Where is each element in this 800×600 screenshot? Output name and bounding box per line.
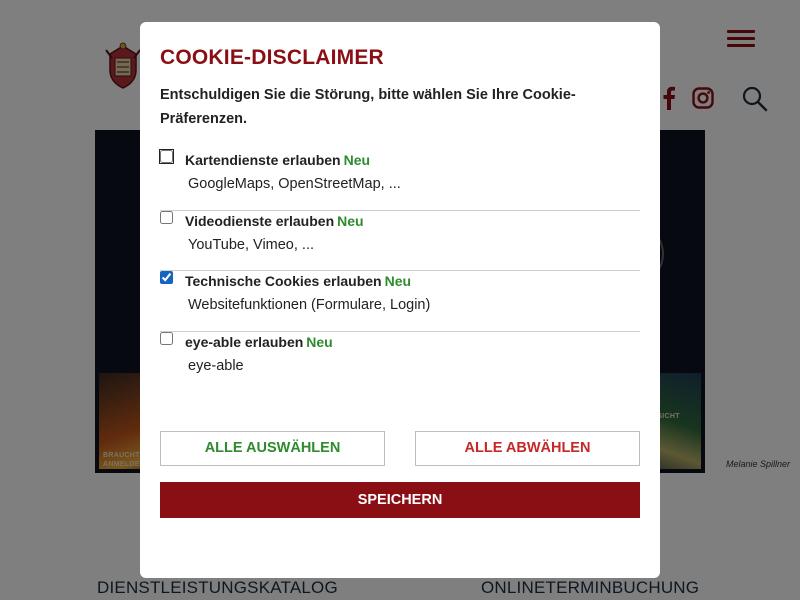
option-description: Websitefunktionen (Formulare, Login) — [188, 297, 431, 313]
option-label: Kartendienste erlauben Neu — [185, 152, 371, 168]
dialog-intro-text: Entschuldigen Sie die Störung, bitte wäh… — [160, 87, 576, 127]
option-description: GoogleMaps, OpenStreetMap, ... — [188, 176, 401, 192]
option-label: Technische Cookies erlauben Neu — [185, 273, 412, 289]
video-services-checkbox[interactable] — [160, 210, 173, 224]
cookie-options-list: Kartendienste erlauben Neu GoogleMaps, Op… — [159, 149, 640, 393]
dialog-title: COOKIE-DISCLAIMER — [160, 46, 384, 69]
option-label: eye-able erlauben Neu — [185, 333, 333, 350]
deselect-all-button[interactable]: ALLE ABWÄHLEN — [415, 431, 640, 466]
option-map-services: Kartendienste erlauben Neu GoogleMaps, Op… — [159, 149, 640, 211]
cookie-disclaimer-dialog: COOKIE-DISCLAIMER Entschuldigen Sie die … — [140, 22, 660, 578]
save-button[interactable]: SPEICHERN — [160, 482, 640, 518]
new-badge: Neu — [306, 333, 333, 350]
new-badge: Neu — [337, 212, 364, 229]
option-description: YouTube, Vimeo, ... — [188, 236, 315, 253]
technical-cookies-checkbox[interactable] — [160, 271, 173, 284]
option-label: Videodienste erlauben Neu — [185, 212, 364, 229]
selection-buttons: ALLE AUSWÄHLEN ALLE ABWÄHLEN — [160, 431, 640, 466]
new-badge: Neu — [343, 152, 371, 168]
map-services-checkbox[interactable] — [159, 149, 174, 164]
option-eye-able: eye-able erlauben Neu eye-able — [160, 331, 640, 393]
eye-able-checkbox[interactable] — [160, 331, 173, 345]
option-technical-cookies: Technische Cookies erlauben Neu Websitefu… — [160, 271, 640, 332]
select-all-button[interactable]: ALLE AUSWÄHLEN — [160, 431, 385, 466]
option-description: eye-able — [188, 357, 244, 374]
option-video-services: Videodienste erlauben Neu YouTube, Vimeo,… — [160, 210, 640, 271]
new-badge: Neu — [384, 273, 412, 289]
